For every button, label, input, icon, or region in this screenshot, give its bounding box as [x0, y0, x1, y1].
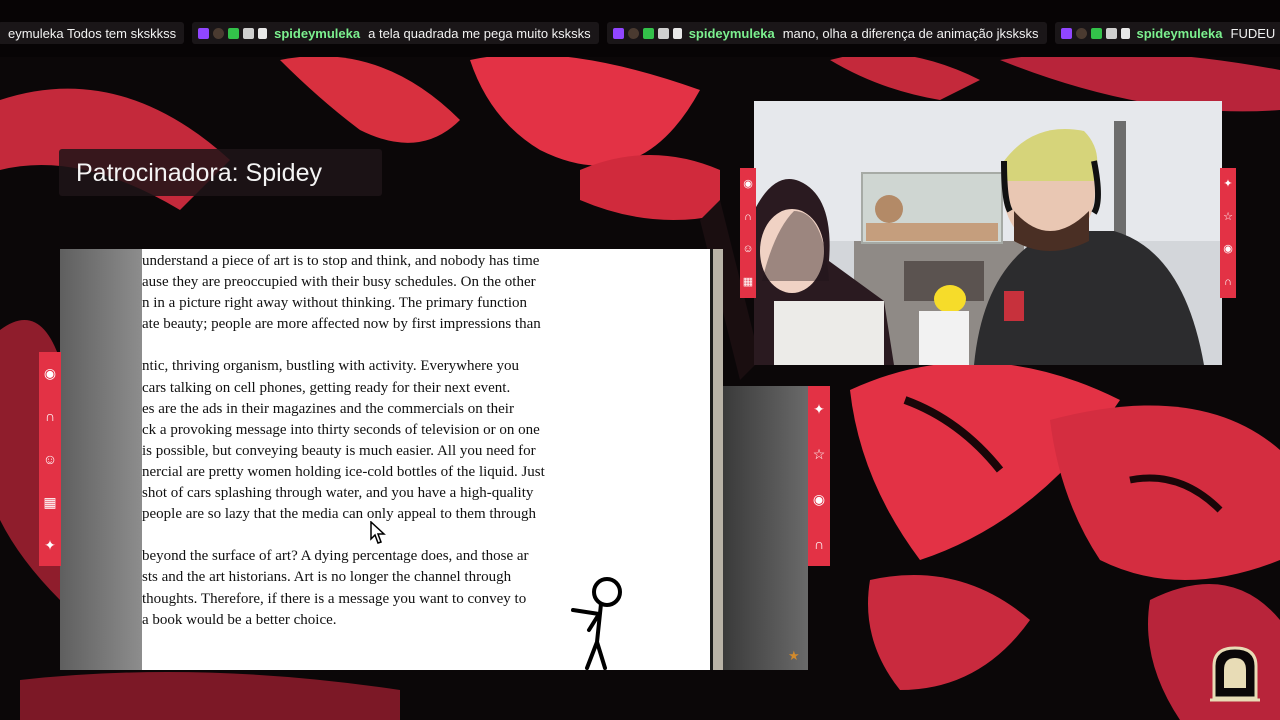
pentagram-icon: ☆	[812, 445, 826, 462]
chat-message-text: eymuleka Todos tem skskkss	[8, 25, 177, 41]
text-line: beyond the surface of art? A dying perce…	[142, 548, 529, 565]
twitch-badge-icon	[198, 27, 210, 39]
mouse-cursor-icon	[370, 521, 386, 544]
chat-message: spideymuleka FUDEU	[1054, 22, 1280, 44]
twitch-badge-icon	[612, 27, 624, 39]
stick-figure	[571, 577, 622, 670]
text-line-blank	[142, 335, 545, 356]
text-line: ate beauty; people are more affected now…	[142, 316, 541, 333]
text-line: ck a provoking message into thirty secon…	[142, 421, 540, 438]
avatar-badge-icon	[627, 27, 639, 39]
eye-icon: ◉	[1223, 243, 1233, 256]
eye-icon: ◉	[743, 178, 753, 191]
chat-username: spideymuleka	[688, 25, 775, 41]
tombstone-icon: ∩	[744, 210, 752, 223]
pentagram-icon: ☆	[1223, 210, 1233, 223]
bunny-badge-icon	[672, 27, 682, 39]
star-icon: ★	[788, 648, 800, 663]
avatar-badge-icon	[1075, 27, 1087, 39]
avatar-badge-icon	[213, 27, 225, 39]
icon-strip-left: ◉ ∩ ☺ ▦ ✦	[39, 352, 61, 566]
tombstone-icon: ∩	[1224, 275, 1232, 288]
sparkle-icon: ✦	[813, 400, 825, 417]
text-line: thoughts. Therefore, if there is a messa…	[142, 590, 527, 607]
page-edge	[710, 249, 723, 670]
chat-ticker: eymuleka Todos tem skskkss spideymuleka …	[0, 0, 1280, 57]
smile-icon: ☺	[742, 243, 754, 256]
sparkle-icon: ✦	[1223, 178, 1233, 191]
document-text: understand a piece of art is to stop and…	[142, 251, 545, 631]
eye-icon: ◉	[812, 490, 826, 507]
text-line: ntic, thriving organism, bustling with a…	[142, 358, 520, 375]
icon-strip-middle: ✦ ☆ ◉ ∩	[808, 386, 830, 566]
sub-badge-icon	[243, 27, 255, 39]
chat-message-text: FUDEU	[1230, 25, 1276, 41]
check-badge-icon	[642, 27, 654, 39]
chat-message: eymuleka Todos tem skskkss	[0, 22, 185, 44]
icon-strip-cam-left: ◉ ∩ ☺ ▦	[740, 168, 756, 298]
text-line: sts and the art historians. Art is no lo…	[142, 569, 512, 586]
bunny-badge-icon	[1120, 27, 1130, 39]
check-badge-icon	[228, 27, 240, 39]
text-line: people are so lazy that the media can on…	[142, 506, 537, 523]
chat-message-text: a tela quadrada me pega muito ksksks	[368, 25, 591, 41]
text-line: ause they are preoccupied with their bus…	[142, 274, 536, 291]
text-line: es are the ads in their magazines and th…	[142, 400, 514, 417]
chat-message: spideymuleka a tela quadrada me pega mui…	[192, 22, 599, 44]
text-line: cars talking on cell phones, getting rea…	[142, 379, 511, 396]
text-line: is possible, but conveying beauty is muc…	[142, 442, 536, 459]
check-badge-icon	[1090, 27, 1102, 39]
text-line: nercial are pretty women holding ice-col…	[142, 463, 545, 480]
webcam-feed	[754, 101, 1222, 365]
chat-username: spideymuleka	[1136, 25, 1223, 41]
screen-left-margin	[60, 249, 142, 670]
ghost-tombstone-logo	[1210, 646, 1260, 702]
sponsor-label: Patrocinadora: Spidey	[76, 159, 322, 187]
smile-icon: ☺	[42, 450, 58, 467]
sub-badge-icon	[1105, 27, 1117, 39]
chat-username: spideymuleka	[274, 25, 361, 41]
chat-message: spideymuleka mano, olha a diferença de a…	[606, 22, 1047, 44]
tombstone-icon: ∩	[44, 408, 56, 425]
text-line: shot of cars splashing through water, an…	[142, 485, 534, 502]
bunny-badge-icon	[258, 27, 268, 39]
twitch-badge-icon	[1060, 27, 1072, 39]
card-icon: ▦	[43, 493, 57, 510]
eye-icon: ◉	[43, 365, 57, 382]
card-icon: ▦	[742, 275, 754, 288]
text-line: n in a picture right away without thinki…	[142, 295, 528, 312]
screen-side-panel	[723, 386, 808, 670]
tombstone-icon: ∩	[813, 535, 825, 552]
text-line: a book would be a better choice.	[142, 611, 337, 628]
sparkle-icon: ✦	[44, 536, 56, 553]
icon-strip-cam-right: ✦ ☆ ◉ ∩	[1220, 168, 1236, 298]
text-line: understand a piece of art is to stop and…	[142, 253, 540, 269]
chat-message-text: mano, olha a diferença de animação jksks…	[782, 25, 1039, 41]
sub-badge-icon	[657, 27, 669, 39]
webcam-scene	[754, 101, 1222, 365]
sponsor-banner: Patrocinadora: Spidey	[59, 149, 382, 196]
text-line-blank	[142, 525, 545, 546]
